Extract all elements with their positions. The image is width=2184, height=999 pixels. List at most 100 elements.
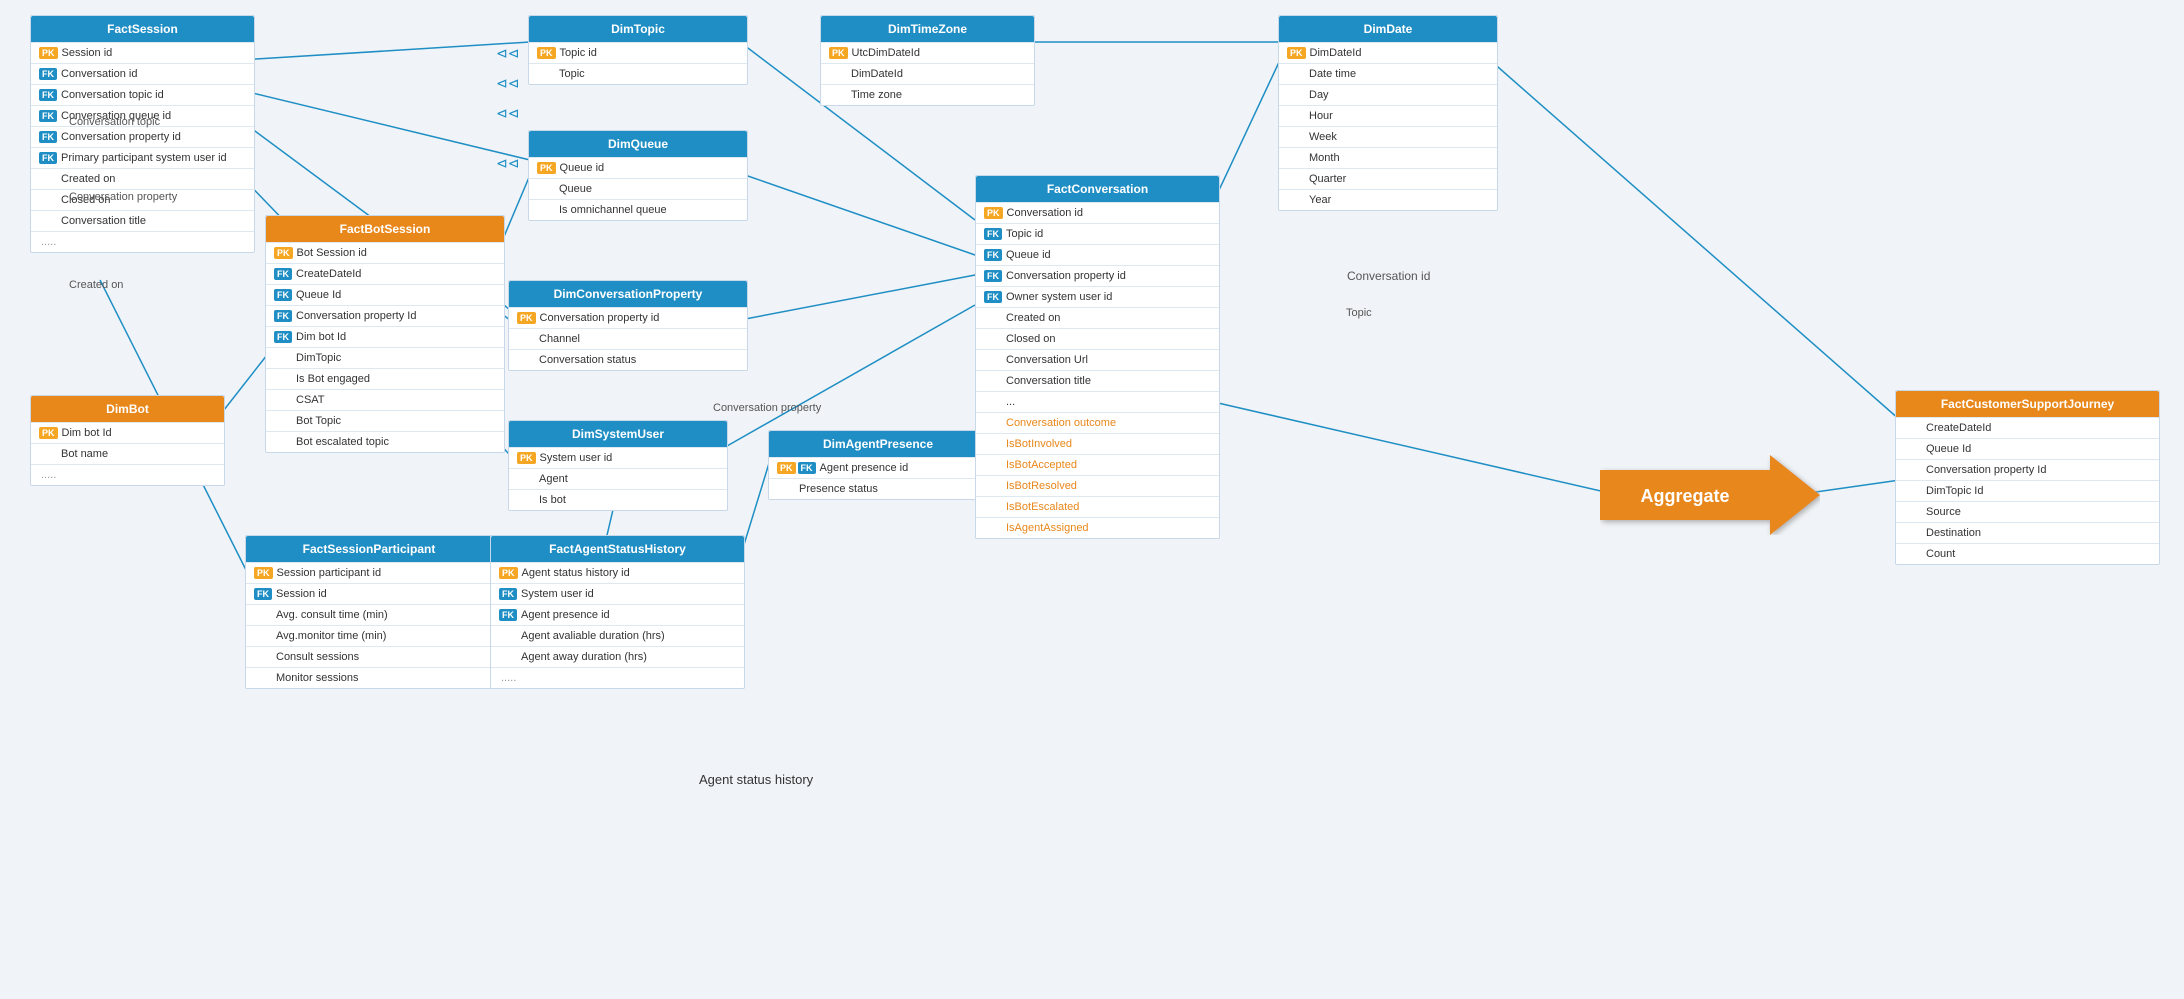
row-month: Month — [1279, 147, 1497, 168]
badge-pk: PK — [517, 312, 536, 324]
row-fk-createdateid: FKCreateDateId — [266, 263, 504, 284]
row-fk-convtopicid: FKConversation topic id — [31, 84, 254, 105]
row-agentaway: Agent away duration (hrs) — [491, 646, 744, 667]
row-convtitle: Conversation title — [31, 210, 254, 231]
table-header-factBotSession: FactBotSession — [266, 216, 504, 242]
table-header-dimBot: DimBot — [31, 396, 224, 422]
badge-pk: PK — [39, 427, 58, 439]
row-hour: Hour — [1279, 105, 1497, 126]
row-pk-convid: PKConversation id — [976, 202, 1219, 223]
row-source: Source — [1896, 501, 2159, 522]
badge-pk: PK — [777, 462, 796, 474]
table-header-factCustomerSupportJourney: FactCustomerSupportJourney — [1896, 391, 2159, 417]
row-week: Week — [1279, 126, 1497, 147]
row-csat: CSAT — [266, 389, 504, 410]
badge-fk: FK — [274, 331, 292, 343]
row-fk-topicid: FKTopic id — [976, 223, 1219, 244]
row-createdon: Created on — [976, 307, 1219, 328]
badge-pk: PK — [537, 162, 556, 174]
badge-pk: PK — [984, 207, 1003, 219]
table-header-dimTopic: DimTopic — [529, 16, 747, 42]
row-agent: Agent — [509, 468, 727, 489]
table-header-dimConversationProperty: DimConversationProperty — [509, 281, 747, 307]
badge-fk: FK — [274, 268, 292, 280]
row-channel: Channel — [509, 328, 747, 349]
table-factSession: FactSession PKSession id FKConversation … — [30, 15, 255, 253]
row-isbotaccepted: IsBotAccepted — [976, 454, 1219, 475]
table-header-dimSystemUser: DimSystemUser — [509, 421, 727, 447]
row-datetime: Date time — [1279, 63, 1497, 84]
row-convpropid: Conversation property Id — [1896, 459, 2159, 480]
table-factAgentStatusHistory: FactAgentStatusHistory PKAgent status hi… — [490, 535, 745, 689]
badge-fk: FK — [39, 110, 57, 122]
badge-fk: FK — [274, 289, 292, 301]
row-fk-convpropid: FKConversation property Id — [266, 305, 504, 326]
badge-fk: FK — [39, 131, 57, 143]
table-header-dimDate: DimDate — [1279, 16, 1497, 42]
badge-fk: FK — [254, 588, 272, 600]
conversation-topic-label: Conversation topic — [69, 116, 160, 128]
created-on-label: Created on — [69, 279, 123, 291]
row-fk-queueid: FKQueue id — [976, 244, 1219, 265]
row-convtitle: Conversation title — [976, 370, 1219, 391]
svg-text:⊲⊲: ⊲⊲ — [496, 75, 519, 91]
conversation-id-label: Conversation id — [1347, 269, 1430, 283]
row-monitorsessions: Monitor sessions — [246, 667, 492, 688]
agent-status-history-label: Agent status history — [699, 772, 813, 787]
row-createdateid: CreateDateId — [1896, 417, 2159, 438]
row-createdon: Created on — [31, 168, 254, 189]
badge-fk: FK — [39, 152, 57, 164]
svg-text:⊲⊲: ⊲⊲ — [496, 45, 519, 61]
row-fk-dimbotid: FKDim bot Id — [266, 326, 504, 347]
row-convoutcome: Conversation outcome — [976, 412, 1219, 433]
table-dimConversationProperty: DimConversationProperty PK Conversation … — [508, 280, 748, 371]
table-header-dimAgentPresence: DimAgentPresence — [769, 431, 987, 457]
badge-pk: PK — [517, 452, 536, 464]
row-pk-topicid: PKTopic id — [529, 42, 747, 63]
badge-pk: PK — [499, 567, 518, 579]
table-dimTopic: DimTopic PKTopic id Topic — [528, 15, 748, 85]
table-header-factConversation: FactConversation — [976, 176, 1219, 202]
row-isagentassigned: IsAgentAssigned — [976, 517, 1219, 538]
row-pk-sessionpartid: PKSession participant id — [246, 562, 492, 583]
row-isbotengaged: Is Bot engaged — [266, 368, 504, 389]
row-isbotinvolved: IsBotInvolved — [976, 433, 1219, 454]
row-count: Count — [1896, 543, 2159, 564]
conversation-property-label-2: Conversation property — [713, 402, 821, 414]
row-quarter: Quarter — [1279, 168, 1497, 189]
topic-label: Topic — [1346, 307, 1372, 319]
row-dots: ... — [976, 391, 1219, 412]
table-header-dimQueue: DimQueue — [529, 131, 747, 157]
row-closedon: Closed on — [976, 328, 1219, 349]
badge-pk: PK — [39, 47, 58, 59]
table-dimBot: DimBot PKDim bot Id Bot name ..... — [30, 395, 225, 486]
table-header-factAgentStatusHistory: FactAgentStatusHistory — [491, 536, 744, 562]
badge-fk: FK — [984, 270, 1002, 282]
badge-fk: FK — [499, 609, 517, 621]
row-fk-systemuserid: FKSystem user id — [491, 583, 744, 604]
table-factSessionParticipant: FactSessionParticipant PKSession partici… — [245, 535, 493, 689]
row-ellipsis: ..... — [31, 231, 254, 252]
row-avgconsult: Avg. consult time (min) — [246, 604, 492, 625]
row-queue: Queue — [529, 178, 747, 199]
row-fk-convpropid: FKConversation property id — [976, 265, 1219, 286]
row-botname: Bot name — [31, 443, 224, 464]
row-isbot: Is bot — [509, 489, 727, 510]
row-pk-dimbotid: PKDim bot Id — [31, 422, 224, 443]
row-convurl: Conversation Url — [976, 349, 1219, 370]
svg-text:⊲⊲: ⊲⊲ — [496, 155, 519, 171]
badge-pk: PK — [254, 567, 273, 579]
row-botescalatedtopic: Bot escalated topic — [266, 431, 504, 452]
row-ellipsis: ..... — [31, 464, 224, 485]
table-dimQueue: DimQueue PKQueue id Queue Is omnichannel… — [528, 130, 748, 221]
row-pk-botsessionid: PKBot Session id — [266, 242, 504, 263]
row-pk-dimdateid: PKDimDateId — [1279, 42, 1497, 63]
table-dimTimeZone: DimTimeZone PKUtcDimDateId DimDateId Tim… — [820, 15, 1035, 106]
row-consultsessions: Consult sessions — [246, 646, 492, 667]
row-convstatus: Conversation status — [509, 349, 747, 370]
aggregate-arrow: Aggregate — [1600, 455, 1820, 535]
row-presencestatus: Presence status — [769, 478, 987, 499]
badge-fk: FK — [984, 228, 1002, 240]
row-isomnichannel: Is omnichannel queue — [529, 199, 747, 220]
table-header-dimTimeZone: DimTimeZone — [821, 16, 1034, 42]
